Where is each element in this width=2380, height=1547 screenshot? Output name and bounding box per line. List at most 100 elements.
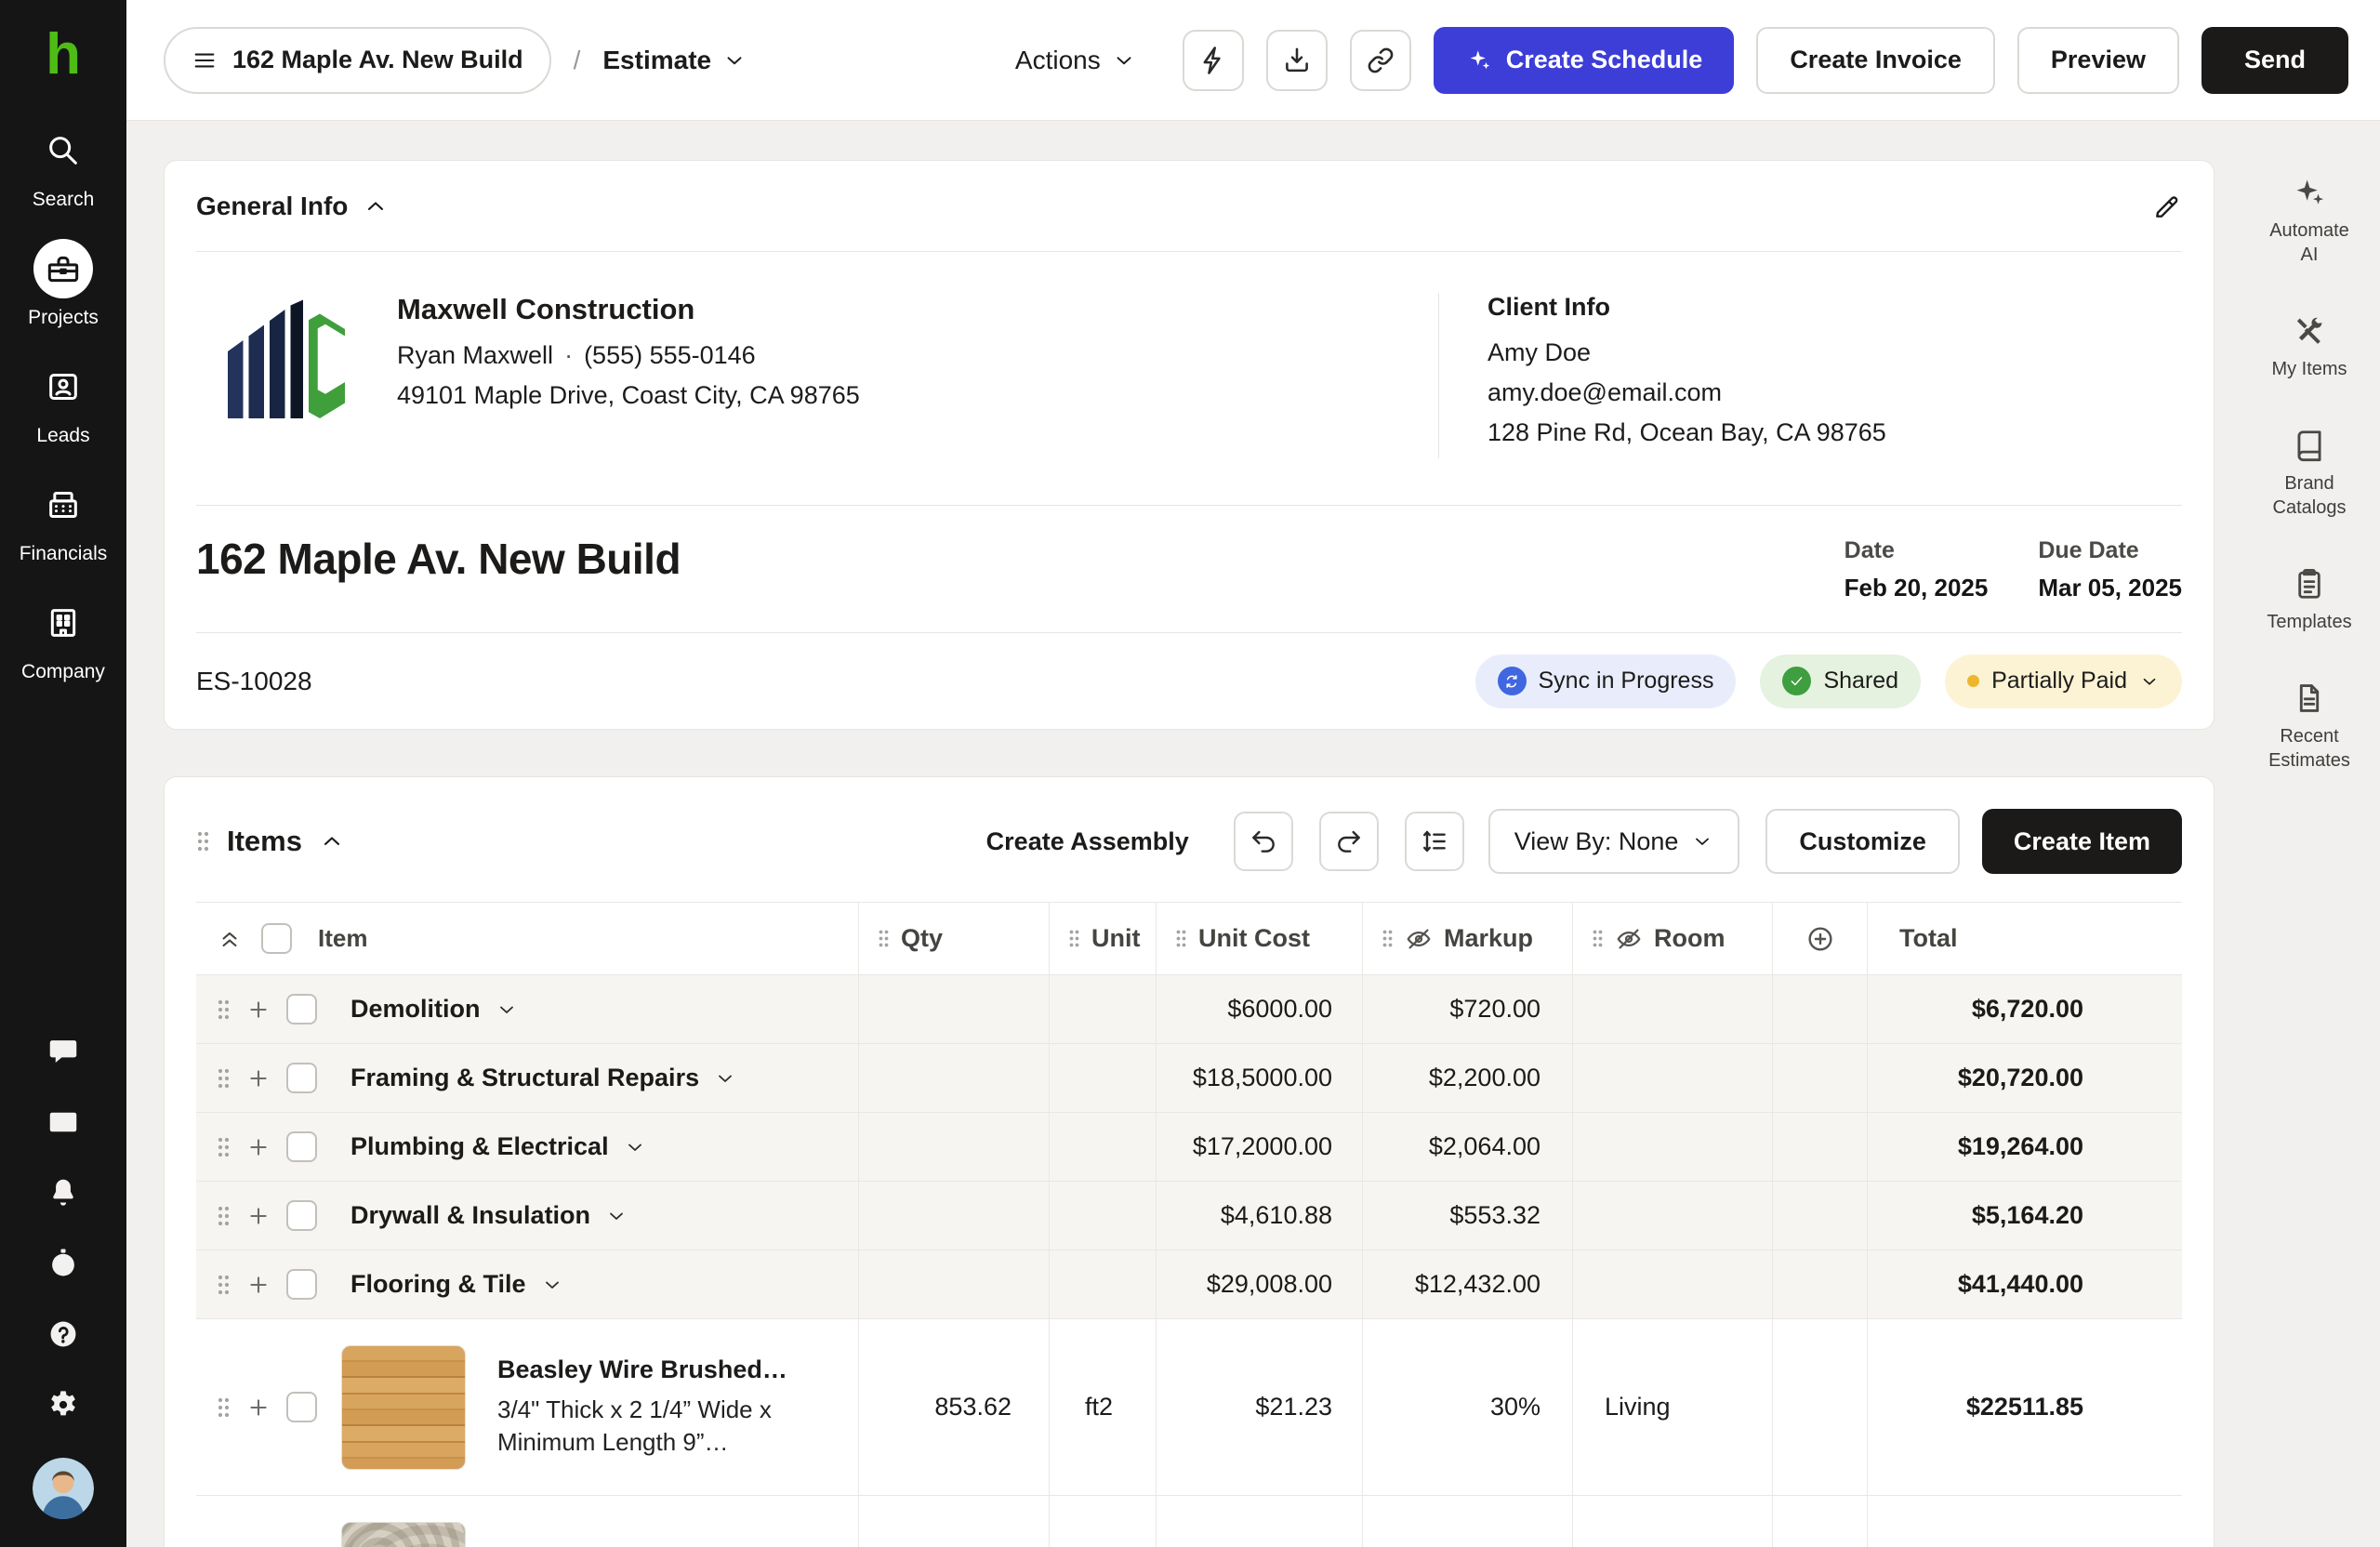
- group-markup: $2,064.00: [1362, 1113, 1572, 1181]
- item-room[interactable]: Bedroom: [1572, 1496, 1772, 1547]
- chevron-up-icon[interactable]: [319, 828, 345, 854]
- download-button[interactable]: [1266, 30, 1328, 91]
- time-tracking-button[interactable]: [46, 1246, 81, 1281]
- settings-button[interactable]: [46, 1387, 81, 1422]
- rail-item-my-items[interactable]: My Items: [2267, 313, 2352, 381]
- drag-handle-icon[interactable]: [217, 1396, 231, 1419]
- chat-button[interactable]: [46, 1034, 81, 1069]
- copy-link-button[interactable]: [1350, 30, 1411, 91]
- preview-button[interactable]: Preview: [2017, 27, 2179, 94]
- sync-status-badge[interactable]: Sync in Progress: [1475, 654, 1737, 708]
- item-markup[interactable]: 30%: [1362, 1496, 1572, 1547]
- view-by-dropdown[interactable]: View By: None: [1488, 809, 1740, 874]
- sidebar-item-projects[interactable]: Projects: [28, 239, 99, 329]
- edit-pencil-icon[interactable]: [2152, 192, 2182, 221]
- undo-button[interactable]: [1234, 812, 1293, 871]
- chevron-down-icon[interactable]: [714, 1067, 736, 1090]
- item-unit-cost[interactable]: $19.04: [1156, 1496, 1362, 1547]
- collapse-all-icon[interactable]: [217, 926, 243, 952]
- row-checkbox[interactable]: [286, 1269, 317, 1300]
- section-selector[interactable]: Estimate: [602, 46, 747, 75]
- customize-button[interactable]: Customize: [1765, 809, 1960, 874]
- chevron-down-icon[interactable]: [541, 1274, 563, 1296]
- create-schedule-button[interactable]: Create Schedule: [1434, 27, 1735, 94]
- drag-handle-icon[interactable]: [217, 1274, 231, 1296]
- avatar[interactable]: [33, 1458, 94, 1519]
- eye-off-icon[interactable]: [1405, 925, 1433, 953]
- send-label: Send: [2244, 46, 2306, 74]
- row-checkbox[interactable]: [286, 1392, 317, 1422]
- create-assembly-button[interactable]: Create Assembly: [986, 827, 1189, 856]
- create-invoice-button[interactable]: Create Invoice: [1756, 27, 1995, 94]
- items-title: Items: [227, 825, 302, 858]
- sidebar-item-leads[interactable]: Leads: [33, 357, 93, 447]
- chevron-down-icon[interactable]: [496, 998, 518, 1021]
- actions-menu[interactable]: Actions: [1015, 46, 1136, 75]
- drag-handle-icon[interactable]: [217, 998, 231, 1021]
- drag-handle-icon[interactable]: [1592, 929, 1604, 948]
- select-all-checkbox[interactable]: [261, 923, 292, 954]
- rail-item-templates[interactable]: Templates: [2267, 566, 2352, 634]
- contact-separator: ·: [564, 341, 573, 370]
- item-unit[interactable]: ft2: [1049, 1496, 1156, 1547]
- chevron-down-icon[interactable]: [624, 1136, 646, 1158]
- rail-item-brand-catalogs[interactable]: Brand Catalogs: [2267, 428, 2352, 520]
- add-column-icon[interactable]: [1805, 924, 1835, 954]
- item-qty[interactable]: 563.93: [858, 1496, 1049, 1547]
- add-row-icon[interactable]: [245, 1134, 271, 1160]
- sync-status-label: Sync in Progress: [1539, 668, 1714, 694]
- add-row-icon[interactable]: [245, 1203, 271, 1229]
- rail-item-automate-ai[interactable]: Automate AI: [2267, 175, 2352, 267]
- houzz-logo[interactable]: h: [46, 26, 81, 84]
- drag-handle-icon[interactable]: [217, 1205, 231, 1227]
- drag-handle-icon[interactable]: [878, 929, 890, 948]
- item-qty[interactable]: 853.62: [858, 1319, 1049, 1495]
- customize-label: Customize: [1799, 827, 1926, 856]
- row-checkbox[interactable]: [286, 994, 317, 1025]
- drag-handle-icon[interactable]: [1382, 929, 1394, 948]
- item-markup[interactable]: 30%: [1362, 1319, 1572, 1495]
- quick-actions-button[interactable]: [1183, 30, 1244, 91]
- drag-handle-icon[interactable]: [1068, 929, 1080, 948]
- drag-handle-icon[interactable]: [217, 1067, 231, 1090]
- mail-button[interactable]: [46, 1104, 81, 1140]
- row-height-button[interactable]: [1405, 812, 1464, 871]
- redo-button[interactable]: [1319, 812, 1379, 871]
- row-checkbox[interactable]: [286, 1063, 317, 1093]
- sidebar-item-search[interactable]: Search: [33, 121, 95, 211]
- shared-badge[interactable]: Shared: [1760, 654, 1921, 708]
- item-name[interactable]: Beasley Wire Brushed…: [497, 1355, 832, 1384]
- rail-item-recent-estimates[interactable]: Recent Estimates: [2267, 681, 2352, 773]
- add-row-icon[interactable]: [245, 1065, 271, 1091]
- chevron-down-icon[interactable]: [605, 1205, 628, 1227]
- add-row-icon[interactable]: [245, 997, 271, 1023]
- project-switcher[interactable]: 162 Maple Av. New Build: [164, 27, 551, 94]
- user-photo: [33, 1458, 94, 1519]
- product-thumbnail[interactable]: [341, 1522, 466, 1547]
- project-pill-label: 162 Maple Av. New Build: [232, 46, 523, 74]
- sidebar-item-financials[interactable]: Financials: [20, 475, 108, 565]
- item-total: $13337.94: [1867, 1496, 2182, 1547]
- drag-handle-icon[interactable]: [196, 830, 210, 853]
- eye-off-icon[interactable]: [1615, 925, 1643, 953]
- add-row-icon[interactable]: [245, 1272, 271, 1298]
- chevron-up-icon[interactable]: [363, 193, 389, 219]
- help-button[interactable]: [46, 1316, 81, 1352]
- link-icon: [1365, 45, 1396, 76]
- search-icon: [45, 132, 82, 169]
- product-thumbnail[interactable]: [341, 1345, 466, 1470]
- add-row-icon[interactable]: [245, 1395, 271, 1421]
- row-checkbox[interactable]: [286, 1131, 317, 1162]
- sidebar-item-company[interactable]: Company: [21, 593, 105, 683]
- item-unit[interactable]: ft2: [1049, 1319, 1156, 1495]
- row-checkbox[interactable]: [286, 1200, 317, 1231]
- drag-handle-icon[interactable]: [217, 1136, 231, 1158]
- sparkle-icon: [1465, 46, 1493, 74]
- payment-status-badge[interactable]: Partially Paid: [1945, 654, 2182, 708]
- item-room[interactable]: Living: [1572, 1319, 1772, 1495]
- drag-handle-icon[interactable]: [1175, 929, 1187, 948]
- notifications-button[interactable]: [46, 1175, 81, 1210]
- create-item-button[interactable]: Create Item: [1982, 809, 2182, 874]
- send-button[interactable]: Send: [2202, 27, 2348, 94]
- item-unit-cost[interactable]: $21.23: [1156, 1319, 1362, 1495]
